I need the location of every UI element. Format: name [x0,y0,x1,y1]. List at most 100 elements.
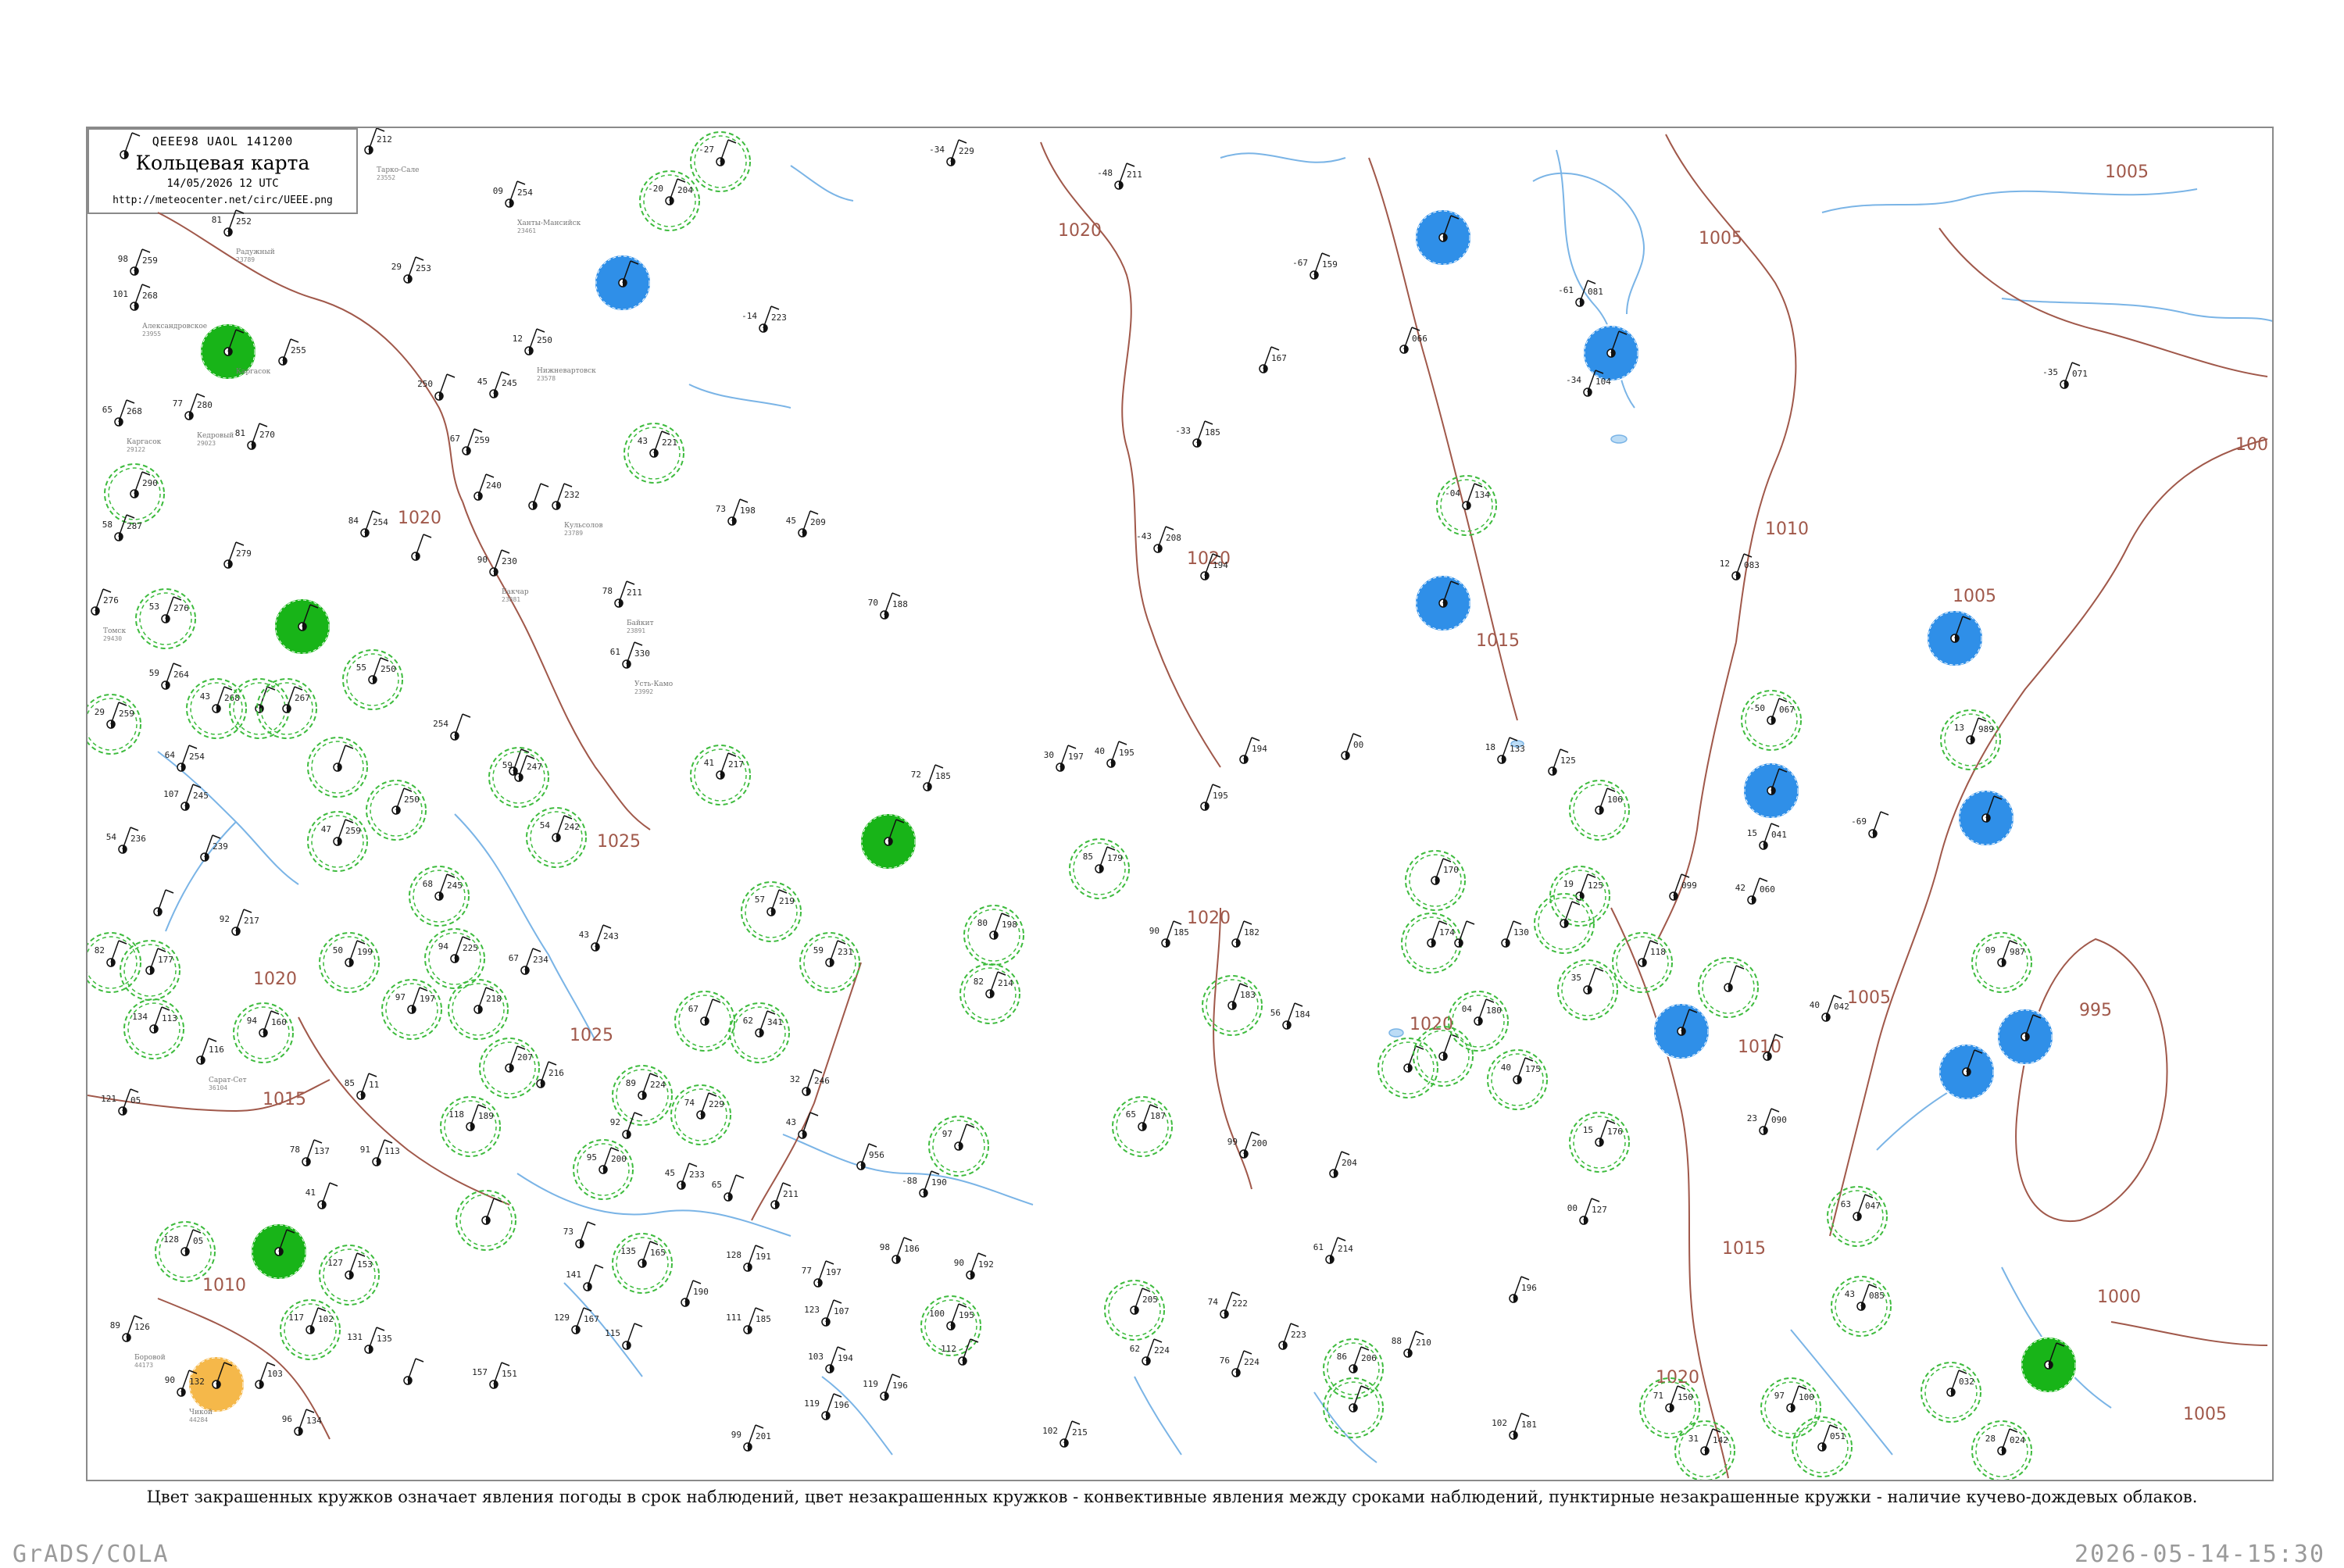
weather-station[interactable]: 43 243 [579,924,619,952]
weather-station[interactable] [528,483,549,510]
weather-station[interactable] [120,132,141,159]
weather-station[interactable]: 102 215 [1042,1420,1088,1448]
weather-station[interactable]: 74 229 [670,1084,731,1145]
weather-station[interactable]: 78 137 [290,1139,330,1166]
weather-station[interactable]: 74 222 [1208,1291,1248,1319]
weather-station[interactable]: -35 071 [2042,362,2088,389]
weather-station[interactable]: 128 191 [726,1245,771,1272]
weather-station[interactable]: 127 153 [319,1245,380,1305]
weather-station[interactable]: 134 113 [123,998,184,1059]
weather-station[interactable]: 89 126 Боровой44173 [110,1315,166,1369]
weather-station[interactable]: 218 [448,979,509,1040]
weather-station[interactable]: 81 252 Радужный23789 [212,209,275,263]
weather-station[interactable]: 81 270 [235,423,275,450]
weather-station[interactable]: 45 233 [665,1163,705,1190]
weather-station[interactable]: 212 Тарко-Сале23552 [364,128,420,181]
weather-station[interactable]: 88 210 [1392,1330,1431,1358]
weather-station[interactable]: 116 Сарат-Сет36104 [196,1038,247,1091]
weather-station[interactable]: 216 [536,1061,564,1088]
weather-station[interactable]: 128 05 [155,1221,216,1282]
weather-station[interactable]: 29 253 [391,256,431,284]
weather-station[interactable]: 183 [1202,975,1263,1036]
weather-station[interactable]: 67 234 [509,948,548,975]
weather-station[interactable]: 28 024 [1971,1420,2032,1480]
weather-station[interactable]: 57 219 [741,881,802,942]
weather-station[interactable]: 73 [563,1221,596,1248]
weather-station[interactable]: 73 198 [716,498,756,526]
weather-station[interactable]: 121 05 [101,1088,141,1116]
weather-station[interactable]: 94 160 [233,1002,294,1063]
weather-station[interactable]: -67 159 [1292,252,1338,280]
weather-station[interactable]: 09 987 [1971,932,2032,993]
weather-station[interactable]: -50 067 [1741,690,1802,751]
weather-station[interactable]: 43 085 [1831,1276,1892,1337]
weather-station[interactable]: 956 [856,1143,884,1170]
weather-station[interactable]: 190 [681,1280,709,1307]
weather-station[interactable]: 29 259 [88,694,141,755]
weather-station[interactable]: 101 268 Александровское23955 [113,284,207,338]
weather-station[interactable] [1454,920,1475,948]
weather-station[interactable]: 131 135 [347,1327,392,1354]
weather-station[interactable]: 103 194 [808,1346,853,1373]
weather-station[interactable]: 45 245 [477,371,517,398]
weather-station[interactable]: 97 [928,1116,989,1177]
weather-station[interactable]: 195 [1200,784,1228,811]
weather-station[interactable]: 066 [1399,327,1427,354]
weather-station[interactable]: 254 [433,713,471,741]
weather-station[interactable]: 95 200 [573,1139,634,1200]
weather-station[interactable] [1938,1043,1996,1101]
weather-station[interactable]: 167 [1259,346,1287,373]
weather-station[interactable]: 30 197 [1044,745,1084,772]
weather-station[interactable]: 182 [1231,920,1260,948]
weather-station[interactable]: 53 276 [135,588,196,649]
weather-station[interactable]: 65 [712,1174,745,1202]
weather-station[interactable]: 54 236 [106,827,146,854]
weather-station[interactable]: 90 192 [954,1252,994,1280]
weather-station[interactable]: 67 259 [450,428,490,455]
weather-station[interactable] [153,889,174,916]
weather-station[interactable]: 91 113 [360,1139,400,1166]
weather-station[interactable]: 118 [1612,932,1673,993]
weather-station[interactable]: 240 [473,473,502,501]
weather-station[interactable]: 279 [223,541,252,569]
weather-station[interactable]: 62 224 [1130,1338,1170,1366]
weather-station[interactable]: 50 199 [319,932,380,993]
weather-station[interactable]: 196 [1509,1276,1537,1303]
weather-station[interactable]: Каргасок [199,323,271,380]
weather-station[interactable]: 102 181 [1492,1413,1537,1440]
weather-station[interactable]: 04 180 [1448,991,1509,1052]
weather-station[interactable]: 45 209 [786,510,826,538]
weather-station[interactable]: 12 250 Нижневартовск23578 [513,328,596,382]
weather-station[interactable] [1414,574,1472,632]
weather-station[interactable]: 119 196 [863,1373,908,1401]
weather-station[interactable]: 76 224 [1220,1350,1260,1377]
weather-station[interactable]: 40 042 [1810,995,1849,1022]
weather-station[interactable]: -69 [1851,811,1889,838]
weather-station[interactable]: -33 185 [1175,420,1220,448]
weather-station[interactable]: 112 [941,1338,979,1366]
weather-station[interactable]: 117 102 [280,1299,341,1360]
weather-station[interactable]: 40 195 [1095,741,1134,768]
weather-station[interactable]: 15 176 [1569,1112,1630,1173]
weather-station[interactable]: 119 196 [804,1393,849,1420]
weather-station[interactable]: -43 208 [1136,526,1181,553]
weather-station[interactable]: 80 198 [963,905,1024,966]
weather-station[interactable]: 97 197 [381,979,442,1040]
weather-station[interactable]: 78 211 Байкит23891 [602,580,654,634]
weather-station[interactable]: 54 242 [526,807,587,868]
weather-station[interactable]: 41 217 [690,745,751,805]
weather-station[interactable] [1698,957,1759,1018]
weather-station[interactable] [411,534,432,561]
weather-station[interactable]: 90 230 Бакчар23881 [477,549,529,603]
weather-station[interactable]: -04 134 [1436,475,1497,536]
weather-station[interactable]: 59 231 [799,932,860,993]
weather-station[interactable]: 85 179 [1069,838,1130,899]
weather-station[interactable]: 56 184 [1270,1002,1310,1030]
weather-station[interactable]: 68 245 [409,866,470,927]
weather-station[interactable]: 90 185 [1149,920,1189,948]
weather-station[interactable] [1742,762,1800,820]
weather-station[interactable]: 223 [1278,1323,1306,1350]
weather-station[interactable] [1957,789,2015,847]
weather-station[interactable]: 40 175 [1487,1049,1548,1110]
weather-station[interactable]: 92 217 [220,909,259,936]
